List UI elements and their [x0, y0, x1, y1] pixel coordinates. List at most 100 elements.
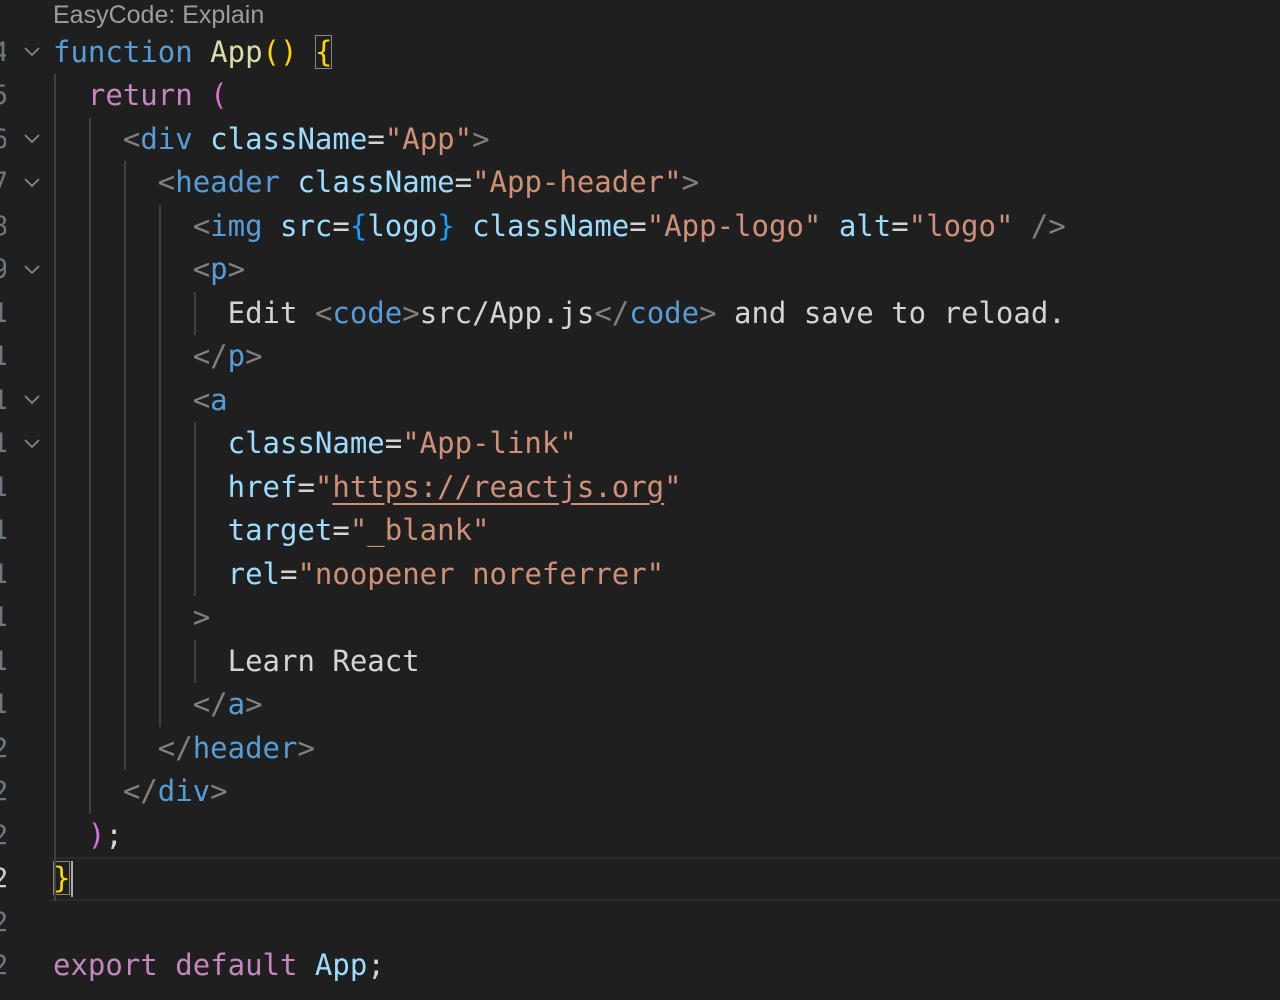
code-line[interactable]: 14 href="https://reactjs.org" [0, 466, 1280, 510]
jsx-tag: a [227, 687, 246, 721]
line-number: 15 [0, 509, 6, 553]
jsx-attribute: className [297, 165, 455, 199]
string: "logo" [908, 208, 1014, 243]
line-number: 4 [0, 31, 6, 75]
code-line[interactable]: 10 Edit <code>src/App.js</code> and save… [0, 292, 1280, 336]
jsx-tag: div [157, 774, 211, 808]
code-line[interactable]: 8 <img src={logo} className="App-logo" a… [0, 205, 1280, 249]
url-link[interactable]: https://reactjs.org [332, 470, 664, 504]
jsx-attribute: alt [838, 208, 892, 243]
line-number: 22 [0, 814, 6, 858]
string: "_blank" [349, 513, 490, 547]
jsx-tag: div [140, 121, 193, 156]
fold-chevron-icon[interactable] [20, 31, 44, 75]
code-content: <header className="App-header"> [157, 165, 700, 199]
string: "noopener noreferrer" [297, 556, 665, 591]
codelens-explain-link[interactable]: EasyCode: Explain [53, 0, 264, 30]
jsx-attribute: className [227, 426, 385, 460]
code-content: function App() { [53, 31, 333, 75]
keyword: default [175, 948, 298, 982]
indent-guide [159, 204, 161, 727]
code-editor[interactable]: EasyCode: Explain 4 function App() { 5 r… [0, 0, 1280, 1000]
fold-chevron-icon[interactable] [20, 248, 44, 292]
line-number: 20 [0, 727, 6, 771]
code-line[interactable]: 17 > [0, 596, 1280, 640]
line-number: 11 [0, 335, 6, 379]
code-line[interactable]: 16 rel="noopener noreferrer" [0, 553, 1280, 597]
line-number: 9 [0, 248, 6, 292]
code-line-current[interactable]: 23 } [0, 857, 1280, 901]
code-content: export default App; [53, 948, 385, 982]
code-line[interactable]: 18 Learn React [0, 640, 1280, 684]
jsx-text: src/App.js [419, 295, 595, 330]
string: "App-logo" [646, 208, 822, 243]
code-content: </div> [122, 774, 228, 808]
code-line[interactable]: 5 return ( [0, 74, 1280, 118]
code-line[interactable]: 25 export default App; [0, 944, 1280, 988]
indent-guide [124, 161, 126, 770]
jsx-tag: code [332, 295, 403, 330]
line-number: 18 [0, 640, 6, 684]
jsx-tag: a [210, 382, 228, 417]
code-line[interactable]: 4 function App() { [0, 31, 1280, 75]
code-line[interactable]: 11 </p> [0, 335, 1280, 379]
line-number: 13 [0, 422, 6, 466]
code-line[interactable]: 15 target="_blank" [0, 509, 1280, 553]
line-number: 16 [0, 553, 6, 597]
line-number: 23 [0, 857, 6, 901]
jsx-attribute: className [210, 121, 368, 156]
fold-chevron-icon[interactable] [20, 161, 44, 205]
code-content: <div className="App"> [122, 121, 490, 156]
paren: ( [210, 78, 228, 112]
code-content: </header> [157, 730, 315, 765]
code-line[interactable]: 20 </header> [0, 727, 1280, 771]
text-cursor [71, 861, 73, 897]
jsx-text: Edit [227, 295, 315, 330]
fold-chevron-icon[interactable] [20, 379, 44, 423]
code-line[interactable]: 22 ); [0, 814, 1280, 858]
code-line[interactable]: 13 className="App-link" [0, 422, 1280, 466]
code-content: return ( [53, 74, 228, 118]
code-line[interactable]: 21 </div> [0, 770, 1280, 814]
code-line[interactable]: 6 <div className="App"> [0, 118, 1280, 162]
code-line[interactable]: 7 <header className="App-header"> [0, 161, 1280, 205]
function-name: App [210, 34, 263, 69]
code-content: </a> [192, 687, 263, 721]
jsx-tag: code [629, 295, 700, 330]
indent-guide [89, 117, 91, 814]
jsx-attribute: target [227, 513, 333, 547]
code-content: ); [87, 817, 123, 852]
keyword: return [87, 78, 193, 112]
jsx-attribute: rel [227, 556, 280, 591]
indent-guide [194, 422, 196, 596]
line-number: 24 [0, 901, 6, 945]
line-number: 17 [0, 596, 6, 640]
keyword: export [53, 948, 158, 982]
jsx-tag: p [227, 339, 246, 373]
jsx-tag: p [210, 252, 228, 286]
paren: () [262, 34, 298, 69]
jsx-tag: header [192, 730, 298, 765]
code-content: <a [192, 382, 228, 417]
string: "App" [384, 121, 473, 156]
line-number: 12 [0, 379, 6, 423]
line-number: 8 [0, 205, 6, 249]
code-content: Edit <code>src/App.js</code> and save to… [227, 295, 1066, 330]
code-content: > [192, 600, 211, 634]
jsx-attribute: src [280, 208, 333, 243]
line-number: 21 [0, 770, 6, 814]
paren: ) [87, 817, 106, 852]
code-content: <img src={logo} className="App-logo" alt… [192, 208, 1066, 243]
code-content: Learn React [53, 640, 420, 684]
code-line[interactable]: 24 [0, 901, 1280, 945]
string: "App-link" [402, 426, 577, 460]
indent-guide [194, 639, 196, 683]
code-content: href="https://reactjs.org" [227, 469, 682, 504]
fold-chevron-icon[interactable] [20, 118, 44, 162]
code-line[interactable]: 9 <p> [0, 248, 1280, 292]
code-line[interactable]: 12 <a [0, 379, 1280, 423]
jsx-text: Learn React [227, 643, 420, 678]
fold-chevron-icon[interactable] [20, 422, 44, 466]
line-number: 14 [0, 466, 6, 510]
code-line[interactable]: 19 </a> [0, 683, 1280, 727]
